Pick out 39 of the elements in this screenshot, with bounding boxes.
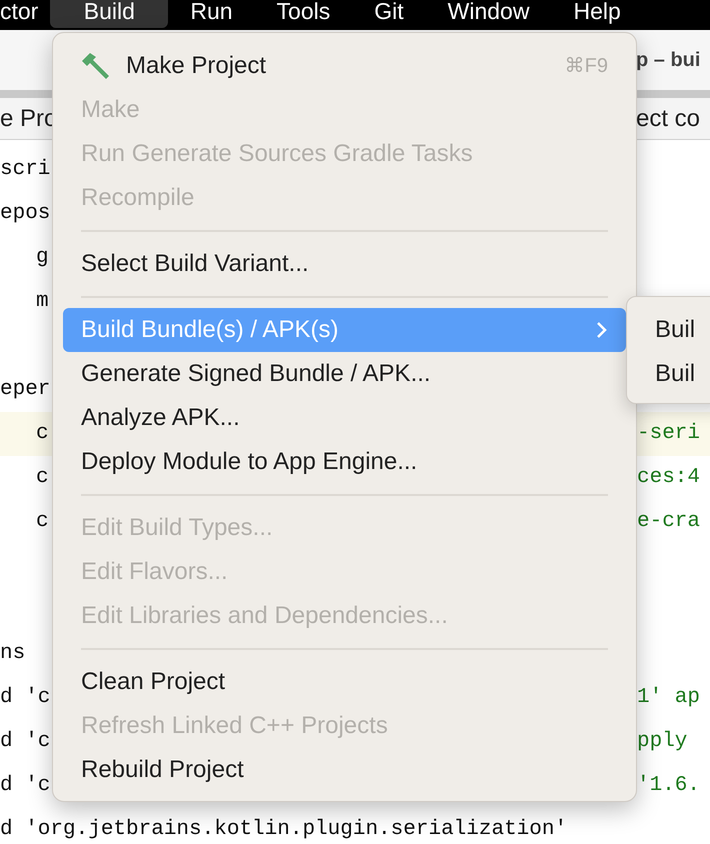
shortcut-text: ⌘F9 (564, 54, 608, 79)
code-text: ces:4 (637, 465, 700, 492)
hammer-icon (81, 52, 111, 80)
code-text: eper (0, 378, 50, 402)
menu-bar-item[interactable]: Git (352, 0, 426, 28)
code-text: epos (0, 202, 50, 226)
code-text: c (36, 422, 49, 446)
menu-bar-item[interactable]: Window (426, 0, 552, 28)
menu-bar-item[interactable]: Help (551, 0, 643, 28)
menu-item[interactable]: Select Build Variant... (63, 242, 626, 286)
code-text: '1.6. (637, 773, 700, 800)
code-text: pply (637, 729, 688, 756)
tab-label[interactable]: ect co (636, 100, 700, 136)
code-text: g (36, 246, 49, 270)
window-title: p – bui (636, 48, 700, 73)
menu-item[interactable]: Deploy Module to App Engine... (63, 440, 626, 484)
menu-bar-item[interactable]: ctor (0, 0, 50, 28)
menu-item[interactable]: Analyze APK... (63, 396, 626, 440)
code-text: scri (0, 158, 50, 182)
menu-item[interactable]: Buil (627, 308, 710, 352)
code-text: d 'c (0, 686, 50, 710)
code-text: ns (0, 642, 26, 666)
code-text: c (36, 466, 49, 490)
menu-item[interactable]: Generate Signed Bundle / APK... (63, 352, 626, 396)
code-text: 1' ap (637, 685, 700, 712)
code-text: m (36, 290, 49, 314)
menu-bar-item[interactable]: Tools (254, 0, 352, 28)
code-text: d 'c (0, 730, 50, 754)
code-text: -seri (637, 421, 700, 448)
menu-item[interactable]: Buil (627, 352, 710, 396)
code-text: c (36, 510, 49, 534)
menu-item[interactable]: Make Project ⌘F9 (63, 44, 626, 88)
menu-item[interactable]: Rebuild Project (63, 748, 626, 792)
code-text: d 'org.jetbrains.kotlin.plugin.serialization' (0, 818, 568, 842)
menu-bar-item[interactable]: Run (168, 0, 255, 28)
code-text: d 'c (0, 774, 50, 798)
menu-item[interactable]: Clean Project (63, 660, 626, 704)
code-text: e-cra (637, 509, 700, 536)
menu-bar-item[interactable]: Build (50, 0, 168, 28)
